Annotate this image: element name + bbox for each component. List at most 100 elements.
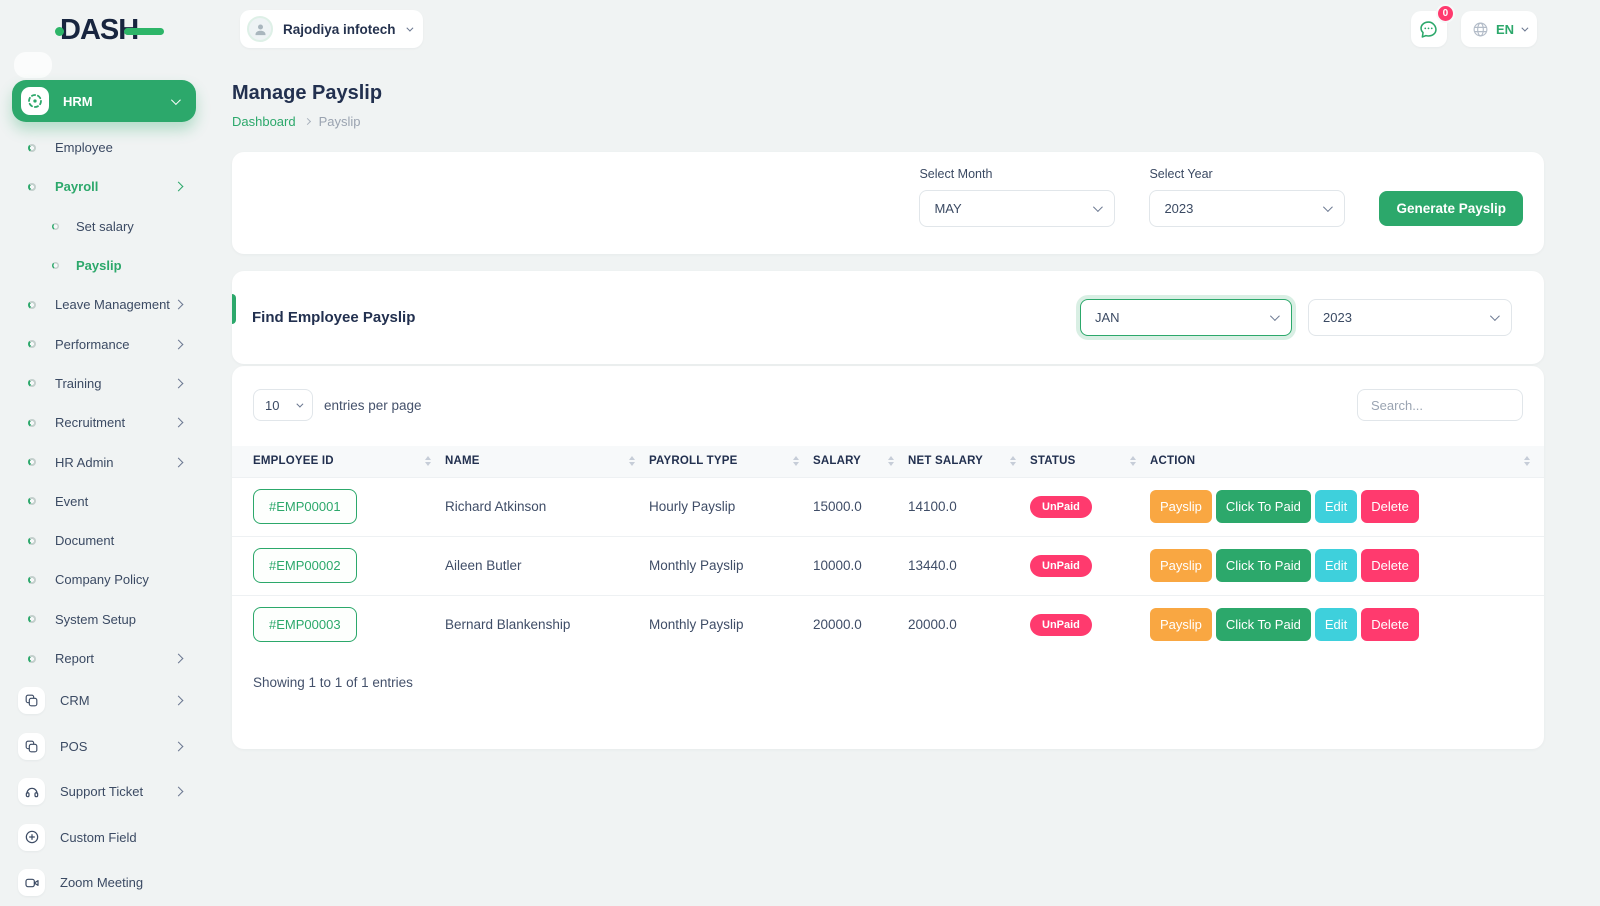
year-select[interactable]: 2023	[1149, 190, 1345, 227]
sidebar-item-support-ticket[interactable]: Support Ticket	[0, 769, 208, 815]
chevron-down-icon	[171, 95, 181, 105]
payslip-button[interactable]: Payslip	[1150, 549, 1212, 582]
month-select[interactable]: MAY	[919, 190, 1115, 227]
chevron-right-icon	[174, 339, 184, 349]
sidebar-item-training[interactable]: Training	[0, 364, 208, 403]
bullet-icon	[28, 419, 36, 427]
sidebar-item-crm[interactable]: CRM	[0, 678, 208, 724]
crm-icon	[18, 687, 45, 714]
logo[interactable]: DASH	[55, 14, 164, 47]
company-selector[interactable]: Rajodiya infotech	[240, 10, 423, 48]
row-actions: Payslip Click To Paid Edit Delete	[1150, 608, 1544, 641]
search-input[interactable]	[1357, 389, 1523, 421]
sidebar-item-report[interactable]: Report	[0, 639, 208, 678]
payslip-button[interactable]: Payslip	[1150, 608, 1212, 641]
column-header-name[interactable]: NAME	[445, 446, 649, 477]
sidebar-item-label: CRM	[60, 693, 90, 708]
employee-id-badge[interactable]: #EMP00002	[253, 548, 357, 583]
chevron-right-icon	[174, 418, 184, 428]
sort-icon	[1524, 456, 1530, 466]
chevron-right-icon	[174, 182, 184, 192]
messages-button[interactable]: 0	[1411, 11, 1447, 47]
sidebar-item-hrm[interactable]: HRM	[12, 80, 196, 122]
find-filters: JAN 2023	[1080, 299, 1512, 336]
bullet-icon	[28, 379, 36, 387]
payslip-button[interactable]: Payslip	[1150, 490, 1212, 523]
click-to-paid-button[interactable]: Click To Paid	[1216, 549, 1311, 582]
card-accent-bar	[232, 294, 236, 324]
headset-icon	[18, 778, 45, 805]
sidebar-item-pos[interactable]: POS	[0, 724, 208, 770]
generate-filters: Select Month MAY Select Year 2023 Genera…	[919, 167, 1523, 227]
page: { "brand": { "logo_text": "DASH" }, "top…	[0, 0, 1600, 900]
column-label: EMPLOYEE ID	[253, 455, 334, 467]
click-to-paid-button[interactable]: Click To Paid	[1216, 608, 1311, 641]
edit-button[interactable]: Edit	[1315, 549, 1357, 582]
chevron-down-icon	[406, 24, 413, 31]
column-label: PAYROLL TYPE	[649, 455, 737, 467]
sidebar-item-label: HRM	[63, 94, 171, 109]
column-label: SALARY	[813, 455, 861, 467]
sidebar-item-label: Training	[55, 376, 101, 391]
language-selector[interactable]: EN	[1461, 11, 1537, 47]
sidebar-scrolled-item-peek	[14, 52, 52, 78]
sidebar-item-payslip[interactable]: Payslip	[0, 246, 208, 285]
cell-net-salary: 13440.0	[908, 536, 1030, 595]
sidebar-item-event[interactable]: Event	[0, 482, 208, 521]
column-header-action[interactable]: ACTION	[1150, 446, 1544, 477]
table-row: #EMP00003 Bernard Blankenship Monthly Pa…	[232, 595, 1544, 654]
logo-accent-dash-icon	[124, 28, 164, 35]
sidebar-item-recruitment[interactable]: Recruitment	[0, 403, 208, 442]
chevron-right-icon	[174, 457, 184, 467]
generate-payslip-button[interactable]: Generate Payslip	[1379, 191, 1523, 226]
sidebar-item-payroll[interactable]: Payroll	[0, 167, 208, 206]
table-footer-summary: Showing 1 to 1 of 1 entries	[232, 654, 1544, 711]
table-header-row: EMPLOYEE ID NAME PAYROLL TYPE SALARY NET…	[232, 446, 1544, 477]
find-year-select[interactable]: 2023	[1308, 299, 1512, 336]
sidebar-item-zoom-meeting[interactable]: Zoom Meeting	[0, 860, 208, 906]
click-to-paid-button[interactable]: Click To Paid	[1216, 490, 1311, 523]
delete-button[interactable]: Delete	[1361, 608, 1419, 641]
sidebar-item-label: Company Policy	[55, 572, 149, 587]
sidebar-item-custom-field[interactable]: Custom Field	[0, 815, 208, 861]
hrm-icon	[21, 87, 49, 115]
edit-button[interactable]: Edit	[1315, 490, 1357, 523]
column-header-salary[interactable]: SALARY	[813, 446, 908, 477]
find-month-select[interactable]: JAN	[1080, 299, 1292, 336]
column-header-payroll-type[interactable]: PAYROLL TYPE	[649, 446, 813, 477]
chevron-right-icon	[304, 118, 311, 125]
employee-id-badge[interactable]: #EMP00001	[253, 489, 357, 524]
column-header-status[interactable]: STATUS	[1030, 446, 1150, 477]
sidebar-item-set-salary[interactable]: Set salary	[0, 207, 208, 246]
employee-id-badge[interactable]: #EMP00003	[253, 607, 357, 642]
breadcrumb-dashboard-link[interactable]: Dashboard	[232, 114, 296, 129]
company-name: Rajodiya infotech	[283, 22, 396, 37]
sidebar-item-performance[interactable]: Performance	[0, 324, 208, 363]
sidebar-item-system-setup[interactable]: System Setup	[0, 600, 208, 639]
column-header-employee-id[interactable]: EMPLOYEE ID	[232, 446, 445, 477]
sidebar-item-hr-admin[interactable]: HR Admin	[0, 442, 208, 481]
edit-button[interactable]: Edit	[1315, 608, 1357, 641]
delete-button[interactable]: Delete	[1361, 549, 1419, 582]
table-row: #EMP00001 Richard Atkinson Hourly Paysli…	[232, 477, 1544, 536]
bullet-icon	[28, 458, 36, 466]
sidebar-item-document[interactable]: Document	[0, 521, 208, 560]
delete-button[interactable]: Delete	[1361, 490, 1419, 523]
pos-icon	[18, 733, 45, 760]
sidebar-item-company-policy[interactable]: Company Policy	[0, 560, 208, 599]
bullet-icon	[28, 301, 36, 309]
select-month-group: Select Month MAY	[919, 167, 1115, 227]
sidebar-item-leave-management[interactable]: Leave Management	[0, 285, 208, 324]
status-badge: UnPaid	[1030, 614, 1092, 636]
bullet-icon	[28, 615, 36, 623]
chevron-right-icon	[174, 787, 184, 797]
page-size-select[interactable]: 10	[253, 389, 313, 421]
sidebar-item-employee[interactable]: Employee	[0, 128, 208, 167]
page-title: Manage Payslip	[232, 82, 1544, 105]
page-size-label: entries per page	[324, 398, 422, 413]
column-header-net-salary[interactable]: NET SALARY	[908, 446, 1030, 477]
generate-payslip-card: Select Month MAY Select Year 2023 Genera…	[232, 152, 1544, 254]
chevron-down-icon	[1270, 311, 1280, 321]
sidebar-item-label: Leave Management	[55, 297, 170, 312]
language-code: EN	[1496, 22, 1514, 37]
